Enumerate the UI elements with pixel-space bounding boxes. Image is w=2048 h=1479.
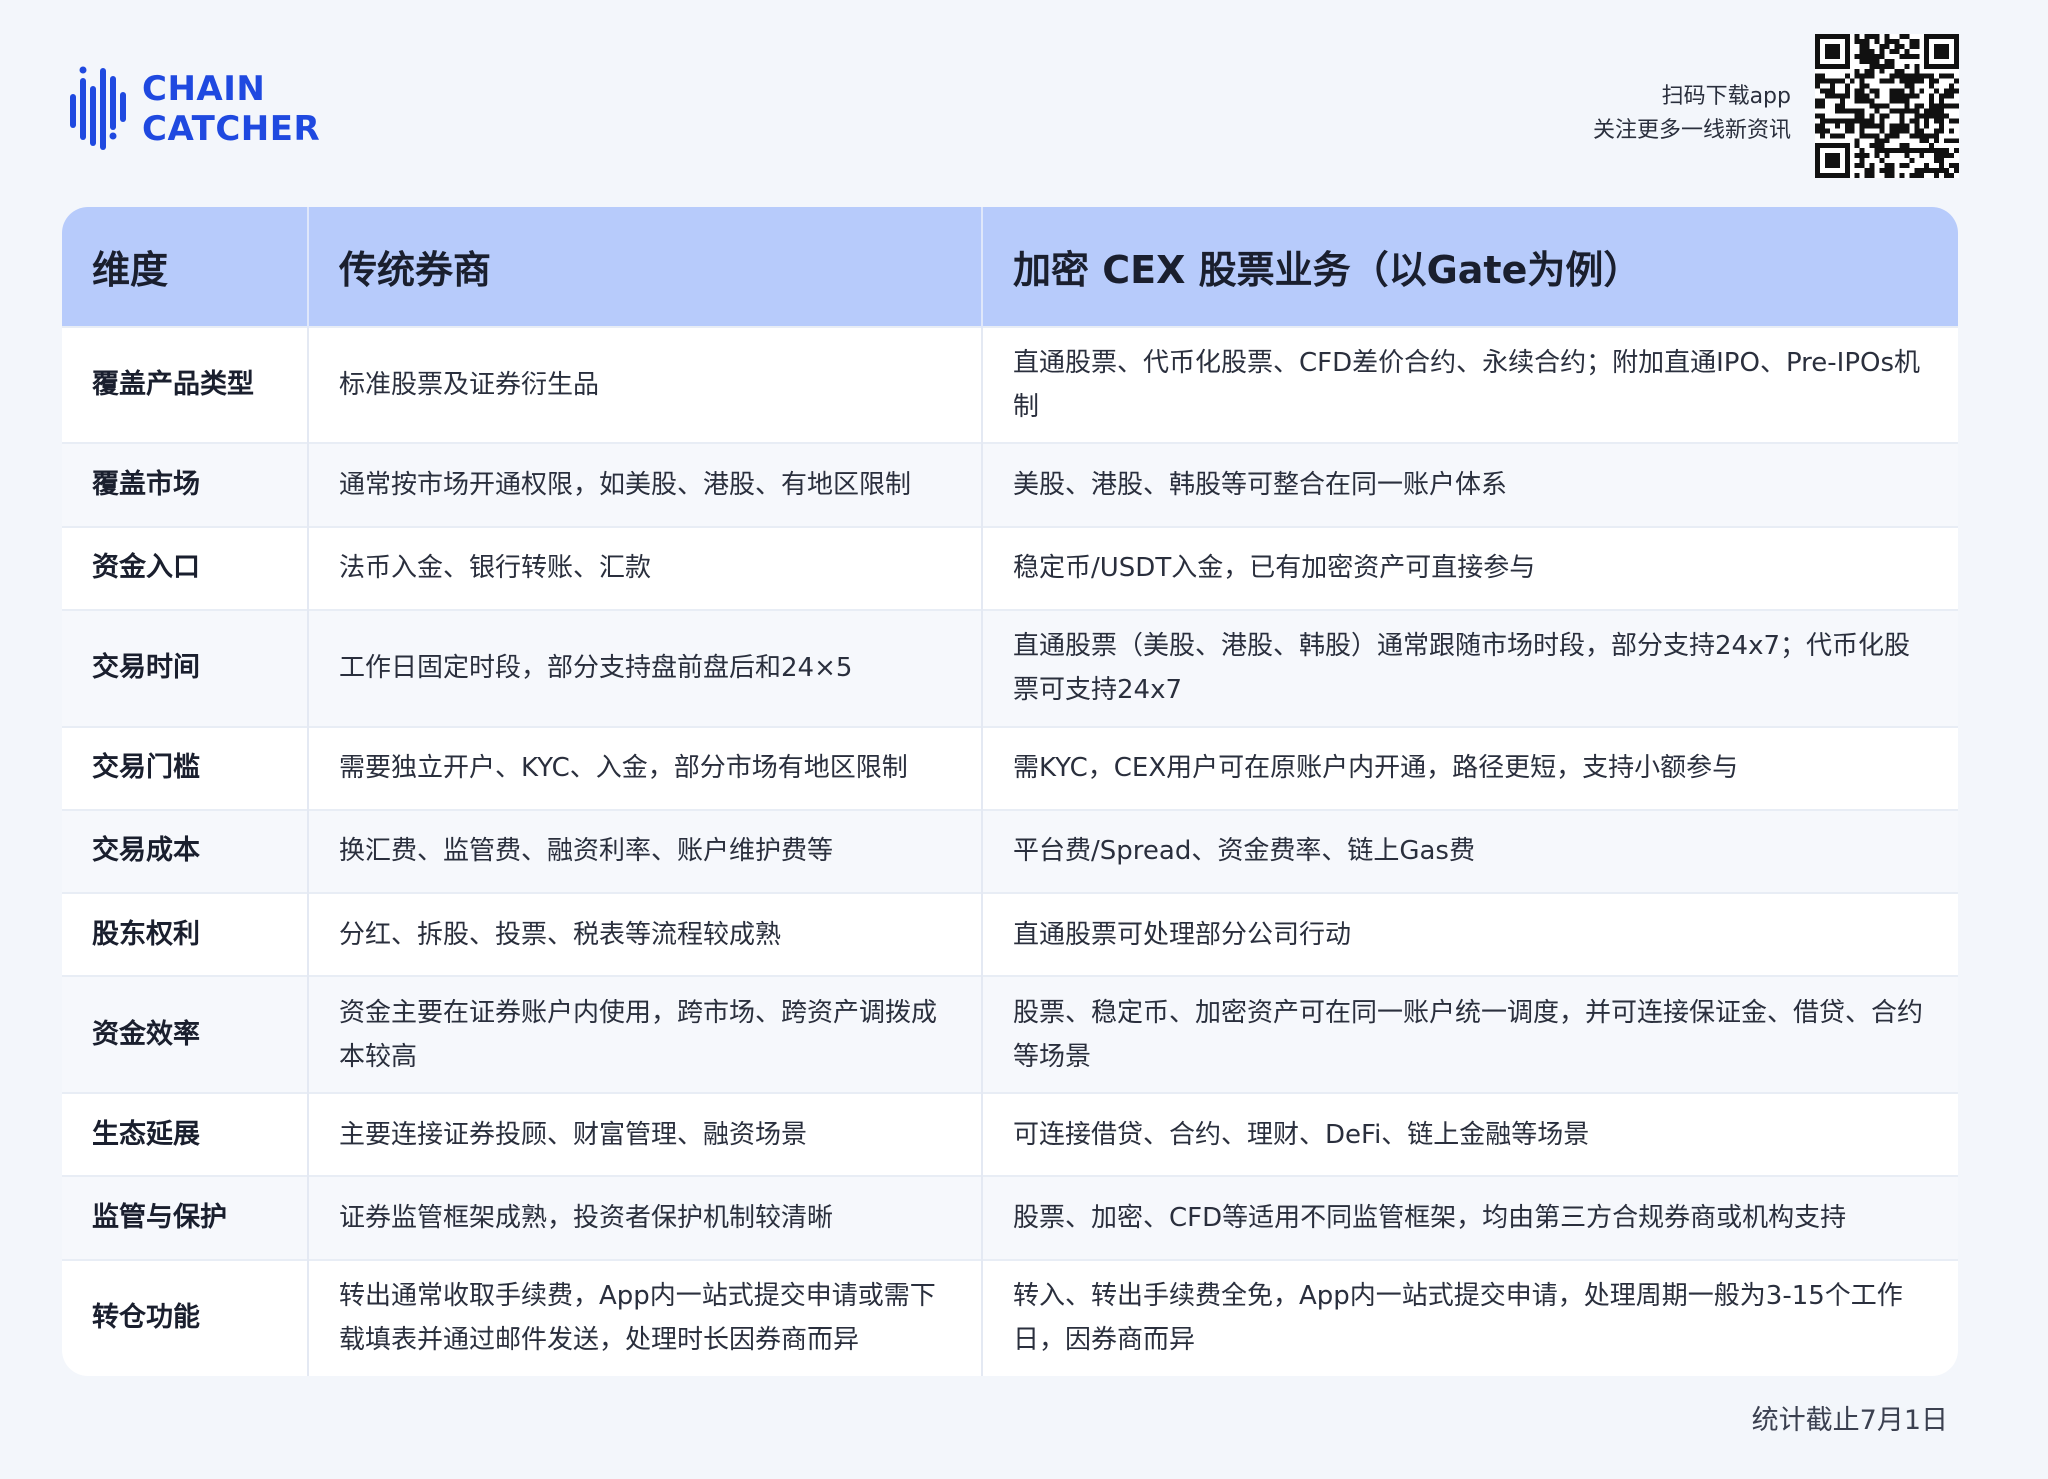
qr-code-icon[interactable] [1815,34,1959,178]
table-row: 交易门槛 需要独立开户、KYC、入金，部分市场有地区限制 需KYC，CEX用户可… [62,725,1958,810]
row-cex: 股票、加密、CFD等适用不同监管框架，均由第三方合规券商或机构支持 [982,1175,1958,1260]
table-row: 交易时间 工作日固定时段，部分支持盘前盘后和24×5 直通股票（美股、港股、韩股… [62,609,1958,727]
row-cex: 直通股票、代币化股票、CFD差价合约、永续合约；附加直通IPO、Pre-IPOs… [982,325,1958,444]
download-promo: 扫码下载app 关注更多一线新资讯 [1593,80,1791,148]
row-traditional: 分红、拆股、投票、税表等流程较成熟 [308,892,983,977]
chaincatcher-logo: CHAIN CATCHER [70,64,320,154]
footer-note: 统计截止7月1日 [1751,1405,1948,1436]
row-dimension: 资金效率 [62,975,309,1093]
row-cex: 可连接借贷、合约、理财、DeFi、链上金融等场景 [982,1091,1958,1177]
row-cex: 直通股票可处理部分公司行动 [982,892,1958,977]
row-traditional: 证券监管框架成熟，投资者保护机制较清晰 [308,1175,983,1260]
row-dimension: 覆盖市场 [62,442,309,527]
brand-line1: CHAIN [142,69,266,109]
table-row: 覆盖产品类型 标准股票及证券衍生品 直通股票、代币化股票、CFD差价合约、永续合… [62,325,1958,444]
row-dimension: 资金入口 [62,525,309,611]
row-dimension: 交易时间 [62,609,309,727]
comparison-table: 维度 传统券商 加密 CEX 股票业务（以Gate为例） 覆盖产品类型 标准股票… [62,207,1958,1376]
page: CHAIN CATCHER 扫码下载app 关注更多一线新资讯 维度 传统券商 … [0,0,2048,1479]
row-cex: 稳定币/USDT入金，已有加密资产可直接参与 [982,525,1958,611]
row-traditional: 需要独立开户、KYC、入金，部分市场有地区限制 [308,725,983,810]
row-traditional: 资金主要在证券账户内使用，跨市场、跨资产调拨成本较高 [308,975,983,1093]
row-traditional: 换汇费、监管费、融资利率、账户维护费等 [308,808,983,894]
row-traditional: 转出通常收取手续费，App内一站式提交申请或需下载填表并通过邮件发送，处理时长因… [308,1258,983,1376]
row-cex: 平台费/Spread、资金费率、链上Gas费 [982,808,1958,894]
table-row: 资金效率 资金主要在证券账户内使用，跨市场、跨资产调拨成本较高 股票、稳定币、加… [62,975,1958,1093]
table-row: 监管与保护 证券监管框架成熟，投资者保护机制较清晰 股票、加密、CFD等适用不同… [62,1175,1958,1260]
row-cex: 美股、港股、韩股等可整合在同一账户体系 [982,442,1958,527]
row-traditional: 通常按市场开通权限，如美股、港股、有地区限制 [308,442,983,527]
row-dimension: 交易门槛 [62,725,309,810]
row-cex: 转入、转出手续费全免，App内一站式提交申请，处理周期一般为3-15个工作日，因… [982,1258,1958,1376]
promo-line1: 扫码下载app [1661,84,1791,109]
row-dimension: 股东权利 [62,892,309,977]
row-traditional: 主要连接证券投顾、财富管理、融资场景 [308,1091,983,1177]
header-dimension: 维度 [62,207,309,327]
row-dimension: 交易成本 [62,808,309,894]
row-cex: 需KYC，CEX用户可在原账户内开通，路径更短，支持小额参与 [982,725,1958,810]
table-header-row: 维度 传统券商 加密 CEX 股票业务（以Gate为例） [62,207,1958,327]
row-dimension: 覆盖产品类型 [62,325,309,444]
table-row: 转仓功能 转出通常收取手续费，App内一站式提交申请或需下载填表并通过邮件发送，… [62,1258,1958,1376]
table-row: 生态延展 主要连接证券投顾、财富管理、融资场景 可连接借贷、合约、理财、DeFi… [62,1091,1958,1177]
row-dimension: 转仓功能 [62,1258,309,1376]
chaincatcher-logo-icon [70,66,126,150]
table-row: 资金入口 法币入金、银行转账、汇款 稳定币/USDT入金，已有加密资产可直接参与 [62,525,1958,611]
row-dimension: 监管与保护 [62,1175,309,1260]
table-row: 交易成本 换汇费、监管费、融资利率、账户维护费等 平台费/Spread、资金费率… [62,808,1958,894]
row-traditional: 工作日固定时段，部分支持盘前盘后和24×5 [308,609,983,727]
row-cex: 直通股票（美股、港股、韩股）通常跟随市场时段，部分支持24x7；代币化股票可支持… [982,609,1958,727]
table-row: 覆盖市场 通常按市场开通权限，如美股、港股、有地区限制 美股、港股、韩股等可整合… [62,442,1958,527]
promo-line2: 关注更多一线新资讯 [1592,118,1791,143]
row-traditional: 标准股票及证券衍生品 [308,325,983,444]
row-dimension: 生态延展 [62,1091,309,1177]
row-traditional: 法币入金、银行转账、汇款 [308,525,983,611]
header-cex: 加密 CEX 股票业务（以Gate为例） [982,207,1958,327]
table-row: 股东权利 分红、拆股、投票、税表等流程较成熟 直通股票可处理部分公司行动 [62,892,1958,977]
header-traditional: 传统券商 [308,207,983,327]
row-cex: 股票、稳定币、加密资产可在同一账户统一调度，并可连接保证金、借贷、合约等场景 [982,975,1958,1093]
brand-line2: CATCHER [142,109,321,149]
